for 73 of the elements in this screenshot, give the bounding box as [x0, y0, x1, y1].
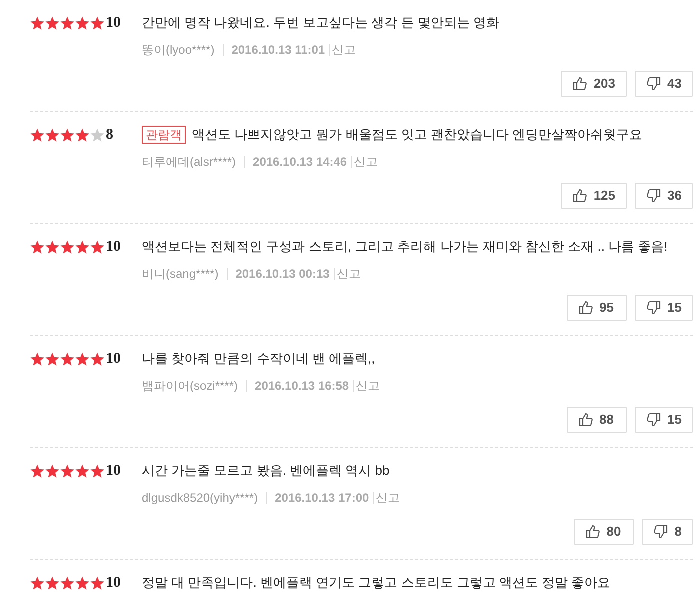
- star-icon: [75, 16, 90, 30]
- star-icon: [30, 240, 45, 254]
- star-icon: [75, 464, 90, 478]
- like-button[interactable]: 125: [560, 183, 627, 209]
- review-text: 나를 찾아줘 만큼의 수작이네 밴 에플렉,,: [142, 350, 376, 368]
- review-date: 2016.10.13 14:46: [253, 154, 348, 171]
- author-name: 비니(sang****): [142, 266, 219, 283]
- thumbs-up-icon: [578, 300, 594, 316]
- review-text: 액션보다는 전체적인 구성과 스토리, 그리고 추리해 나가는 재미와 참신한 소재 .. 나름 좋음!: [142, 238, 668, 256]
- star-icon: [60, 352, 75, 366]
- review-text: 시간 가는줄 모르고 봤음. 벤에플렉 역시 bb: [142, 462, 390, 480]
- star-icon: [30, 352, 45, 366]
- rating-score: 10: [106, 574, 122, 593]
- author-name: dlgusdk8520(yihy****): [142, 490, 258, 507]
- star-icon: [30, 128, 45, 142]
- star-icon: [90, 240, 105, 254]
- thumbs-down-icon: [646, 76, 662, 92]
- rating-score: 8: [106, 126, 114, 145]
- review-date: 2016.10.13 16:58: [255, 378, 350, 395]
- thumbs-up-icon: [584, 524, 601, 540]
- star-icon: [30, 464, 45, 478]
- star-icon: [75, 240, 90, 254]
- thumbs-up-icon: [572, 76, 588, 92]
- star-icon: [60, 240, 75, 254]
- dislike-button[interactable]: 43: [634, 71, 693, 97]
- star-icon: [45, 240, 60, 254]
- star-icon: [75, 352, 90, 366]
- thumbs-down-icon: [652, 524, 669, 540]
- rating-score: 10: [106, 350, 122, 369]
- star-icon: [45, 352, 60, 366]
- star-icon: [60, 128, 75, 142]
- star-icon: [90, 464, 105, 478]
- thumbs-up-icon: [572, 188, 588, 204]
- star-icon: [45, 128, 60, 142]
- review-date: 2016.10.13 11:01: [232, 42, 326, 59]
- audience-tag: 관람객: [142, 126, 186, 144]
- like-button[interactable]: 80: [574, 519, 634, 545]
- rating-score: 10: [106, 462, 122, 481]
- like-button[interactable]: 88: [566, 407, 627, 433]
- dislike-button[interactable]: 15: [634, 295, 693, 321]
- review-text: 액션도 나쁘지않앗고 뭔가 배울점도 잇고 괜찬았습니다 엔딩만살짝아쉬웟구요: [192, 126, 643, 144]
- dislike-button[interactable]: 15: [634, 407, 693, 433]
- star-icon: [45, 576, 60, 590]
- star-icon: [30, 576, 45, 590]
- like-button[interactable]: 203: [560, 71, 627, 97]
- thumbs-down-icon: [646, 188, 662, 204]
- star-icon: [90, 576, 105, 590]
- star-icon: [45, 16, 60, 30]
- review-text: 정말 대 만족입니다. 벤에플랙 연기도 그렇고 스토리도 그렇고 액션도 정말 좋아요: [142, 574, 611, 592]
- like-button[interactable]: 95: [566, 295, 627, 321]
- star-icon: [60, 576, 75, 590]
- review-date: 2016.10.13 00:13: [236, 266, 330, 283]
- author-name: 똥이(lyoo****): [142, 42, 215, 59]
- star-icon: [90, 352, 105, 366]
- dislike-button[interactable]: 8: [642, 519, 693, 545]
- star-icon: [45, 464, 60, 478]
- thumbs-down-icon: [646, 412, 662, 428]
- author-name: 티루에데(alsr****): [142, 154, 236, 171]
- star-icon: [60, 464, 75, 478]
- dislike-button[interactable]: 36: [634, 183, 693, 209]
- rating-score: 10: [106, 14, 122, 33]
- author-name: 뱀파이어(sozi****): [142, 378, 238, 395]
- star-icon: [60, 16, 75, 30]
- star-icon: [30, 16, 45, 30]
- review-date: 2016.10.13 17:00: [275, 490, 370, 507]
- star-icon: [90, 16, 105, 30]
- rating-score: 10: [106, 238, 122, 257]
- thumbs-up-icon: [578, 412, 594, 428]
- star-icon: [75, 576, 90, 590]
- star-icon: [75, 128, 90, 142]
- star-icon: [90, 128, 105, 142]
- thumbs-down-icon: [646, 300, 662, 316]
- review-text: 간만에 명작 나왔네요. 두번 보고싶다는 생각 든 몇안되는 영화: [142, 14, 500, 32]
